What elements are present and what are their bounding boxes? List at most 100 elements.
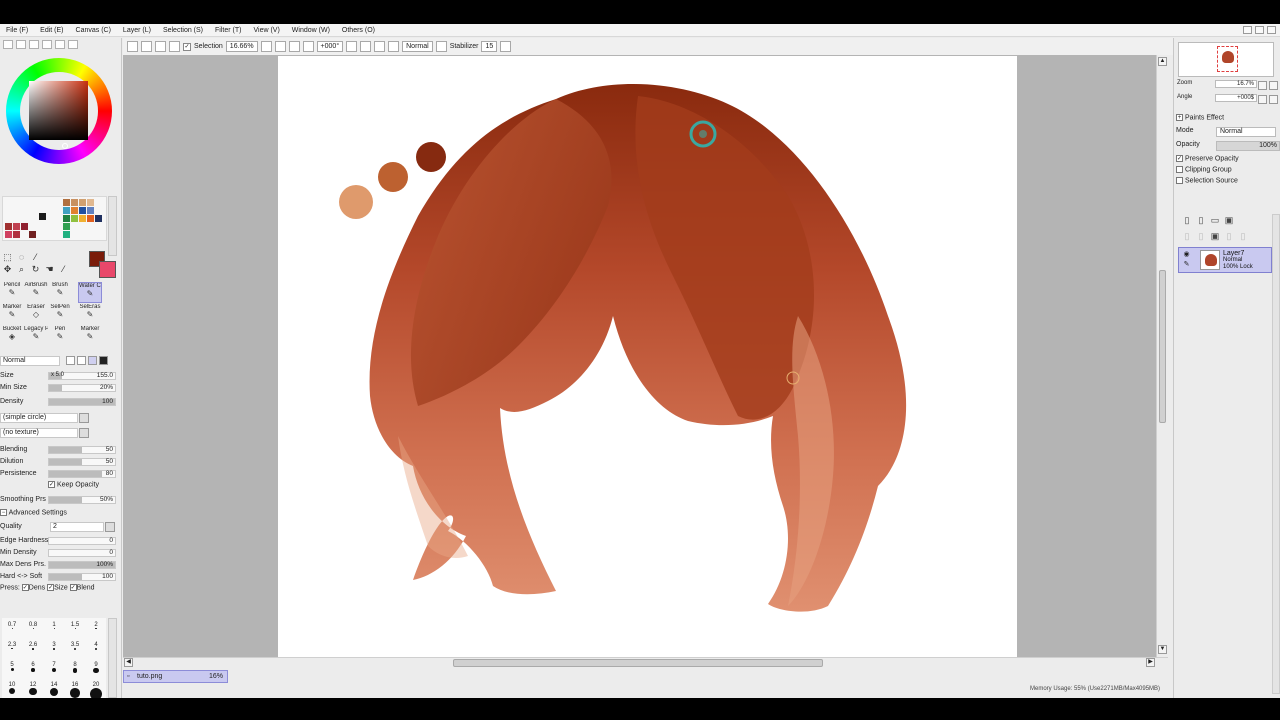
- brush-size-preset[interactable]: 1.5: [65, 622, 85, 629]
- size-slider[interactable]: x 5.0 155.0: [48, 372, 116, 380]
- brush-size-preset[interactable]: 4: [86, 642, 106, 651]
- document-tab[interactable]: ▫ tuto.png 16%: [123, 670, 228, 683]
- brush-size-preset[interactable]: 16: [65, 682, 85, 698]
- chevron-down-icon[interactable]: [105, 522, 115, 532]
- brush-size-preset[interactable]: 10: [2, 682, 22, 694]
- swatch[interactable]: [79, 199, 86, 206]
- menu-others[interactable]: Others (O): [336, 27, 381, 34]
- nav-zoom-in-button[interactable]: [1269, 81, 1278, 90]
- transfer-layer-icon[interactable]: ▣: [1224, 215, 1234, 225]
- smoothing-slider[interactable]: 50%: [48, 496, 116, 504]
- tool-eraser[interactable]: Eraser ◇: [24, 304, 48, 325]
- rotate-left-button[interactable]: [346, 41, 358, 52]
- tool-bucket[interactable]: Bucket ◈: [0, 326, 24, 347]
- swatches-mode-button[interactable]: [55, 40, 65, 49]
- new-folder-icon[interactable]: ▭: [1210, 215, 1220, 225]
- chevron-down-icon[interactable]: [79, 413, 89, 423]
- navigator-zoom-value[interactable]: 16.7%: [1215, 80, 1257, 88]
- delete-layer-icon[interactable]: ▯: [1238, 231, 1248, 241]
- tool-selpen[interactable]: SelPen ✎: [48, 304, 72, 325]
- zoom-fit-button[interactable]: [302, 41, 314, 52]
- tool-seleras[interactable]: SelEras ✎: [78, 304, 102, 325]
- advanced-settings-row[interactable]: − Advanced Settings: [0, 509, 120, 519]
- brush-size-preset[interactable]: 0.8: [23, 622, 43, 629]
- shape-flat-button[interactable]: [99, 356, 108, 365]
- swatch[interactable]: [71, 215, 78, 222]
- angle-field[interactable]: +000°: [316, 41, 344, 52]
- hsv-slider-mode-button[interactable]: [29, 40, 39, 49]
- lasso-icon[interactable]: ◌: [16, 252, 27, 262]
- brush-size-preset[interactable]: 2.6: [23, 642, 43, 650]
- expand-icon[interactable]: +: [1176, 114, 1183, 121]
- tool-marker-2[interactable]: Marker ✎: [78, 326, 102, 347]
- color-wheel-mode-button[interactable]: [3, 40, 13, 49]
- dilution-slider[interactable]: 50: [48, 458, 116, 466]
- blend-mode-field[interactable]: Normal: [402, 41, 433, 52]
- blend-mode-dropdown-button[interactable]: [435, 41, 447, 52]
- navigator-angle-value[interactable]: +000$: [1215, 94, 1257, 102]
- swatch[interactable]: [63, 199, 70, 206]
- menu-selection[interactable]: Selection (S): [157, 27, 209, 34]
- maximize-button[interactable]: [1255, 26, 1264, 34]
- swatch[interactable]: [87, 207, 94, 214]
- brush-shape-dropdown[interactable]: (simple circle): [0, 413, 89, 423]
- menu-window[interactable]: Window (W): [286, 27, 336, 34]
- swatch[interactable]: [13, 223, 20, 230]
- swatch[interactable]: [79, 215, 86, 222]
- blending-slider[interactable]: 50: [48, 446, 116, 454]
- paints-effect-header[interactable]: + Paints Effect: [1176, 114, 1280, 125]
- canvas-horizontal-scrollbar[interactable]: ◀ ▶: [123, 657, 1168, 668]
- selection-source-checkbox[interactable]: [1176, 177, 1183, 184]
- brush-texture-dropdown[interactable]: (no texture): [0, 428, 89, 438]
- eyedropper-icon[interactable]: ⁄: [58, 264, 69, 274]
- tool-brush[interactable]: Brush ✎: [48, 282, 72, 303]
- brush-size-preset[interactable]: 7: [44, 662, 64, 673]
- copy-layer-icon[interactable]: ▯: [1182, 231, 1192, 241]
- scroll-up-button[interactable]: ▲: [1158, 57, 1167, 66]
- clear-layer-icon[interactable]: ▯: [1224, 231, 1234, 241]
- persistence-slider[interactable]: 80: [48, 470, 116, 478]
- new-layer-icon[interactable]: ▯: [1182, 215, 1192, 225]
- zoom-in-button[interactable]: [274, 41, 286, 52]
- rotate-icon[interactable]: ↻: [30, 264, 41, 274]
- zoom-out-button[interactable]: [260, 41, 272, 52]
- new-linework-layer-icon[interactable]: ▯: [1196, 215, 1206, 225]
- zoom-icon[interactable]: ⌕: [16, 264, 27, 274]
- selection-checkbox[interactable]: ✓: [183, 42, 191, 51]
- swatch[interactable]: [63, 215, 70, 222]
- scroll-right-button[interactable]: ▶: [1146, 658, 1155, 667]
- layer-item[interactable]: ◉ ✎ Layer7 Normal 100% Lock: [1178, 247, 1272, 273]
- brush-size-preset[interactable]: 2.3: [2, 642, 22, 650]
- min-size-slider[interactable]: 20%: [48, 384, 116, 392]
- collapse-icon[interactable]: −: [0, 509, 7, 516]
- menu-file[interactable]: File (F): [0, 27, 34, 34]
- color-swatches[interactable]: [2, 196, 107, 241]
- min-density-slider[interactable]: 0: [48, 549, 116, 557]
- quality-dropdown[interactable]: 2: [50, 522, 115, 532]
- keep-opacity-checkbox[interactable]: ✓: [48, 481, 55, 488]
- layer-opacity-slider[interactable]: 100%: [1216, 141, 1280, 151]
- scratchpad-mode-button[interactable]: [68, 40, 78, 49]
- swatch[interactable]: [95, 215, 102, 222]
- vertical-scroll-thumb[interactable]: [1159, 270, 1166, 423]
- color-wheel[interactable]: [6, 58, 112, 164]
- layer-mask-icon[interactable]: ▣: [1210, 231, 1220, 241]
- brush-size-preset[interactable]: 12: [23, 682, 43, 696]
- preserve-opacity-checkbox[interactable]: ✓: [1176, 155, 1183, 162]
- tool-watercolor[interactable]: Water Color✎: [78, 282, 102, 303]
- stabilizer-dropdown-button[interactable]: [500, 41, 512, 52]
- swatch[interactable]: [79, 207, 86, 214]
- swatch[interactable]: [71, 207, 78, 214]
- merge-down-icon[interactable]: ▯: [1196, 231, 1206, 241]
- swatch[interactable]: [87, 199, 94, 206]
- minimize-button[interactable]: [1243, 26, 1252, 34]
- menu-filter[interactable]: Filter (T): [209, 27, 247, 34]
- chevron-down-icon[interactable]: [79, 428, 89, 438]
- color-mixer-mode-button[interactable]: [42, 40, 52, 49]
- swatch[interactable]: [21, 223, 28, 230]
- navigator-preview[interactable]: [1178, 42, 1274, 77]
- horizontal-scroll-thumb[interactable]: [453, 659, 823, 667]
- brush-size-preset[interactable]: 14: [44, 682, 64, 697]
- pen-icon[interactable]: ✎: [1182, 261, 1191, 269]
- canvas-vertical-scrollbar[interactable]: ▲ ▼: [1156, 55, 1168, 657]
